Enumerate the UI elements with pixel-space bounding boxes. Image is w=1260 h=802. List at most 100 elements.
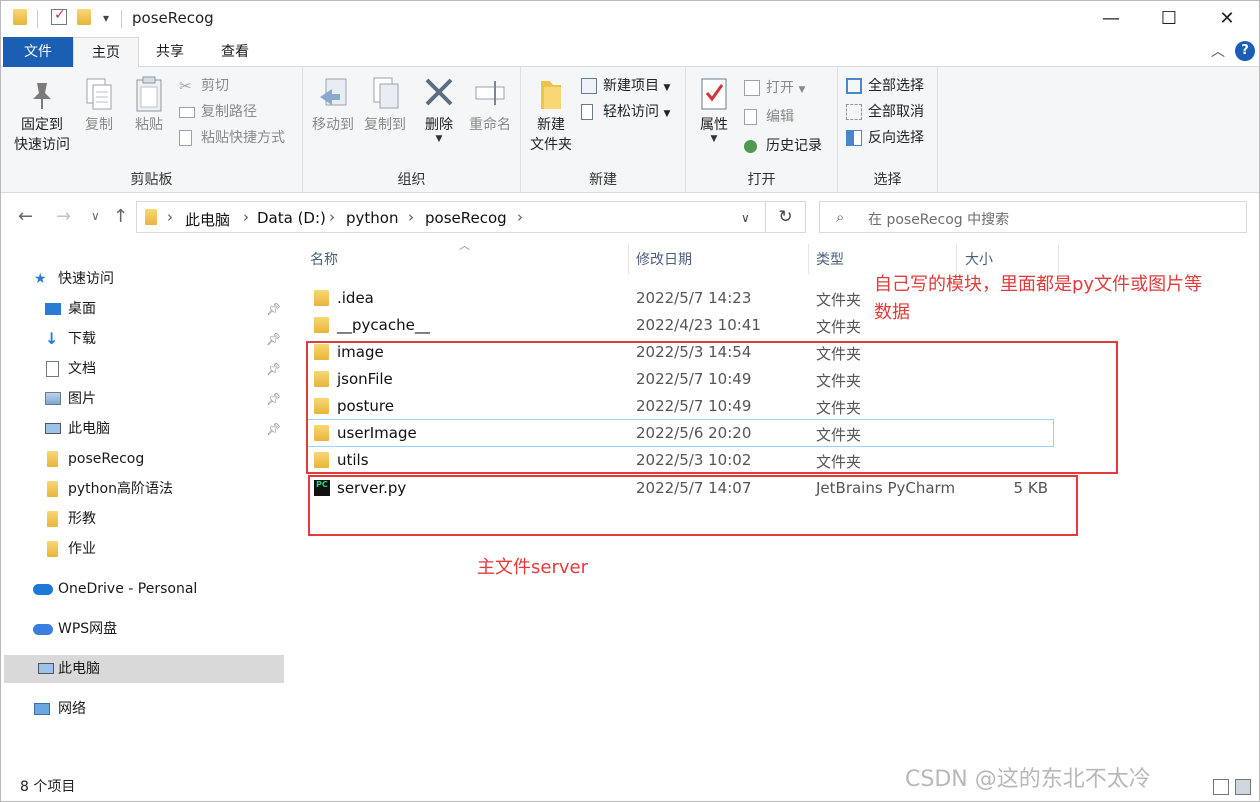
collapse-ribbon-icon[interactable]: ︿ [1211, 41, 1225, 61]
column-header-size[interactable]: 大小 [965, 249, 993, 271]
easy-access-button[interactable]: 轻松访问 ▼ [581, 101, 670, 123]
cut-button[interactable]: ✂ 剪切 [179, 75, 229, 97]
breadcrumb-separator-icon[interactable]: › [408, 208, 414, 226]
pin-icon [25, 75, 59, 113]
address-bar[interactable]: › 此电脑 › Data (D:) › python › poseRecog ›… [136, 201, 766, 233]
column-divider[interactable] [1058, 244, 1059, 274]
large-icons-view-icon[interactable] [1235, 779, 1251, 795]
details-view-icon[interactable] [1213, 779, 1229, 795]
column-divider[interactable] [628, 244, 629, 274]
close-button[interactable]: ✕ [1204, 1, 1250, 35]
tab-view[interactable]: 查看 [206, 37, 264, 67]
open-button[interactable]: 打开 ▼ [744, 77, 805, 99]
select-none-button[interactable]: 全部取消 [846, 101, 924, 123]
cloud-icon [33, 584, 53, 595]
edit-icon [744, 109, 757, 125]
nav-item-pictures[interactable]: 图片 📌︎ [1, 385, 286, 413]
quick-access-toolbar-dropdown[interactable]: ▾ [103, 11, 109, 25]
pin-quick-access-button[interactable]: 固定到 快速访问 [9, 75, 75, 155]
copy-path-label: 复制路径 [201, 104, 257, 120]
refresh-icon[interactable]: ↻ [766, 201, 806, 233]
search-input[interactable]: 在 poseRecog 中搜索 [868, 209, 1009, 229]
tab-share[interactable]: 共享 [141, 37, 199, 67]
paste-label: 粘贴 [135, 117, 163, 133]
move-to-button[interactable]: 移动到 [307, 75, 359, 135]
breadcrumb-python[interactable]: python [346, 209, 398, 227]
pin-icon[interactable]: 📌︎ [266, 355, 281, 383]
nav-network[interactable]: 网络 [1, 695, 286, 723]
edit-button[interactable]: 编辑 [744, 106, 794, 128]
history-button[interactable]: 历史记录 [744, 135, 822, 157]
pin-icon[interactable]: 📌︎ [266, 385, 281, 413]
paste-shortcut-button[interactable]: 粘贴快捷方式 [179, 127, 285, 149]
column-divider[interactable] [808, 244, 809, 274]
properties-dropdown-icon[interactable]: ▼ [692, 135, 736, 144]
new-folder-quick-icon[interactable] [77, 9, 91, 25]
properties-button[interactable]: 属性 ▼ [692, 75, 736, 144]
up-arrow-icon[interactable]: ↑ [113, 206, 128, 227]
invert-selection-button[interactable]: 反向选择 [846, 127, 924, 149]
group-open: 属性 ▼ 打开 ▼ 编辑 历史记录 打开 [686, 67, 838, 193]
delete-button[interactable]: 删除 ▼ [419, 75, 459, 144]
navigation-bar: ← → ∨ ↑ › 此电脑 › Data (D:) › python › pos… [1, 194, 1259, 242]
nav-item-poserecog[interactable]: poseRecog [1, 445, 286, 473]
back-arrow-icon[interactable]: ← [18, 206, 33, 227]
nav-item-desktop[interactable]: 桌面 📌︎ [1, 295, 286, 323]
column-header-type[interactable]: 类型 [816, 249, 844, 271]
navigation-pane: ★ 快速访问 桌面 📌︎ ↓ 下载 📌︎ 文档 📌︎ 图片 📌︎ 此电脑 📌︎ [1, 242, 286, 772]
minimize-button[interactable]: — [1088, 1, 1134, 35]
breadcrumb-poserecog[interactable]: poseRecog [425, 209, 507, 227]
select-all-button[interactable]: 全部选择 [846, 75, 924, 97]
breadcrumb-data-d[interactable]: Data (D:) [257, 209, 326, 227]
tab-file[interactable]: 文件 [3, 37, 73, 67]
breadcrumb-separator-icon[interactable]: › [517, 208, 523, 226]
group-new: 新建 文件夹 新建项目 ▼ 轻松访问 ▼ 新建 [521, 67, 686, 193]
pin-icon[interactable]: 📌︎ [266, 295, 281, 323]
help-icon[interactable]: ? [1235, 41, 1255, 61]
column-divider[interactable] [956, 244, 957, 274]
breadcrumb-separator-icon[interactable]: › [167, 208, 173, 226]
nav-wps-drive[interactable]: WPS网盘 [1, 615, 286, 643]
nav-this-pc[interactable]: 此电脑 [4, 655, 284, 683]
group-select: 全部选择 全部取消 反向选择 选择 [838, 67, 938, 193]
pin-icon[interactable]: 📌︎ [266, 415, 281, 443]
breadcrumb-separator-icon[interactable]: › [329, 208, 335, 226]
nav-item-homework[interactable]: 作业 [1, 535, 286, 563]
group-open-label: 打开 [747, 172, 776, 188]
document-icon [46, 361, 59, 377]
computer-icon [38, 663, 54, 674]
nav-item-this-pc-pinned[interactable]: 此电脑 📌︎ [1, 415, 286, 443]
properties-quick-icon[interactable]: ✓ [51, 7, 67, 25]
paste-button[interactable]: 粘贴 [127, 75, 171, 135]
search-box[interactable]: ⌕ 在 poseRecog 中搜索 [819, 201, 1247, 233]
delete-dropdown-icon[interactable]: ▼ [419, 135, 459, 144]
tab-home[interactable]: 主页 [73, 37, 139, 68]
nav-item-python-advanced[interactable]: python高阶语法 [1, 475, 286, 503]
copy-path-button[interactable]: 复制路径 [179, 101, 257, 123]
new-folder-button[interactable]: 新建 文件夹 [525, 75, 577, 155]
easy-access-label: 轻松访问 [603, 104, 659, 120]
computer-icon [45, 423, 61, 434]
nav-onedrive[interactable]: OneDrive - Personal [1, 575, 286, 603]
breadcrumb-this-pc[interactable]: 此电脑 [185, 209, 230, 230]
new-item-button[interactable]: 新建项目 ▼ [581, 75, 670, 97]
copy-to-icon [368, 75, 402, 113]
recent-locations-chevron-icon[interactable]: ∨ [91, 209, 100, 223]
pin-icon[interactable]: 📌︎ [266, 325, 281, 353]
copy-to-button[interactable]: 复制到 [359, 75, 411, 135]
nav-quick-access[interactable]: ★ 快速访问 [1, 265, 286, 293]
explorer-window: ✓ ▾ poseRecog — ☐ ✕ 文件 主页 共享 查看 ︿ ? 固定到 … [0, 0, 1260, 802]
address-history-chevron-icon[interactable]: ∨ [741, 211, 750, 225]
breadcrumb-separator-icon[interactable]: › [243, 208, 249, 226]
table-row[interactable]: __pycache__ 2022/4/23 10:41 文件夹 [308, 312, 1053, 339]
maximize-button[interactable]: ☐ [1146, 1, 1192, 35]
forward-arrow-icon[interactable]: → [56, 206, 71, 227]
nav-item-downloads[interactable]: ↓ 下载 📌︎ [1, 325, 286, 353]
rename-button[interactable]: 重命名 [465, 75, 515, 135]
open-dropdown-icon: ▼ [798, 85, 806, 95]
column-header-name[interactable]: 名称 [310, 249, 338, 271]
nav-item-documents[interactable]: 文档 📌︎ [1, 355, 286, 383]
column-header-date[interactable]: 修改日期 [636, 249, 692, 271]
nav-item-xingjiao[interactable]: 形教 [1, 505, 286, 533]
copy-button[interactable]: 复制 [79, 75, 119, 135]
